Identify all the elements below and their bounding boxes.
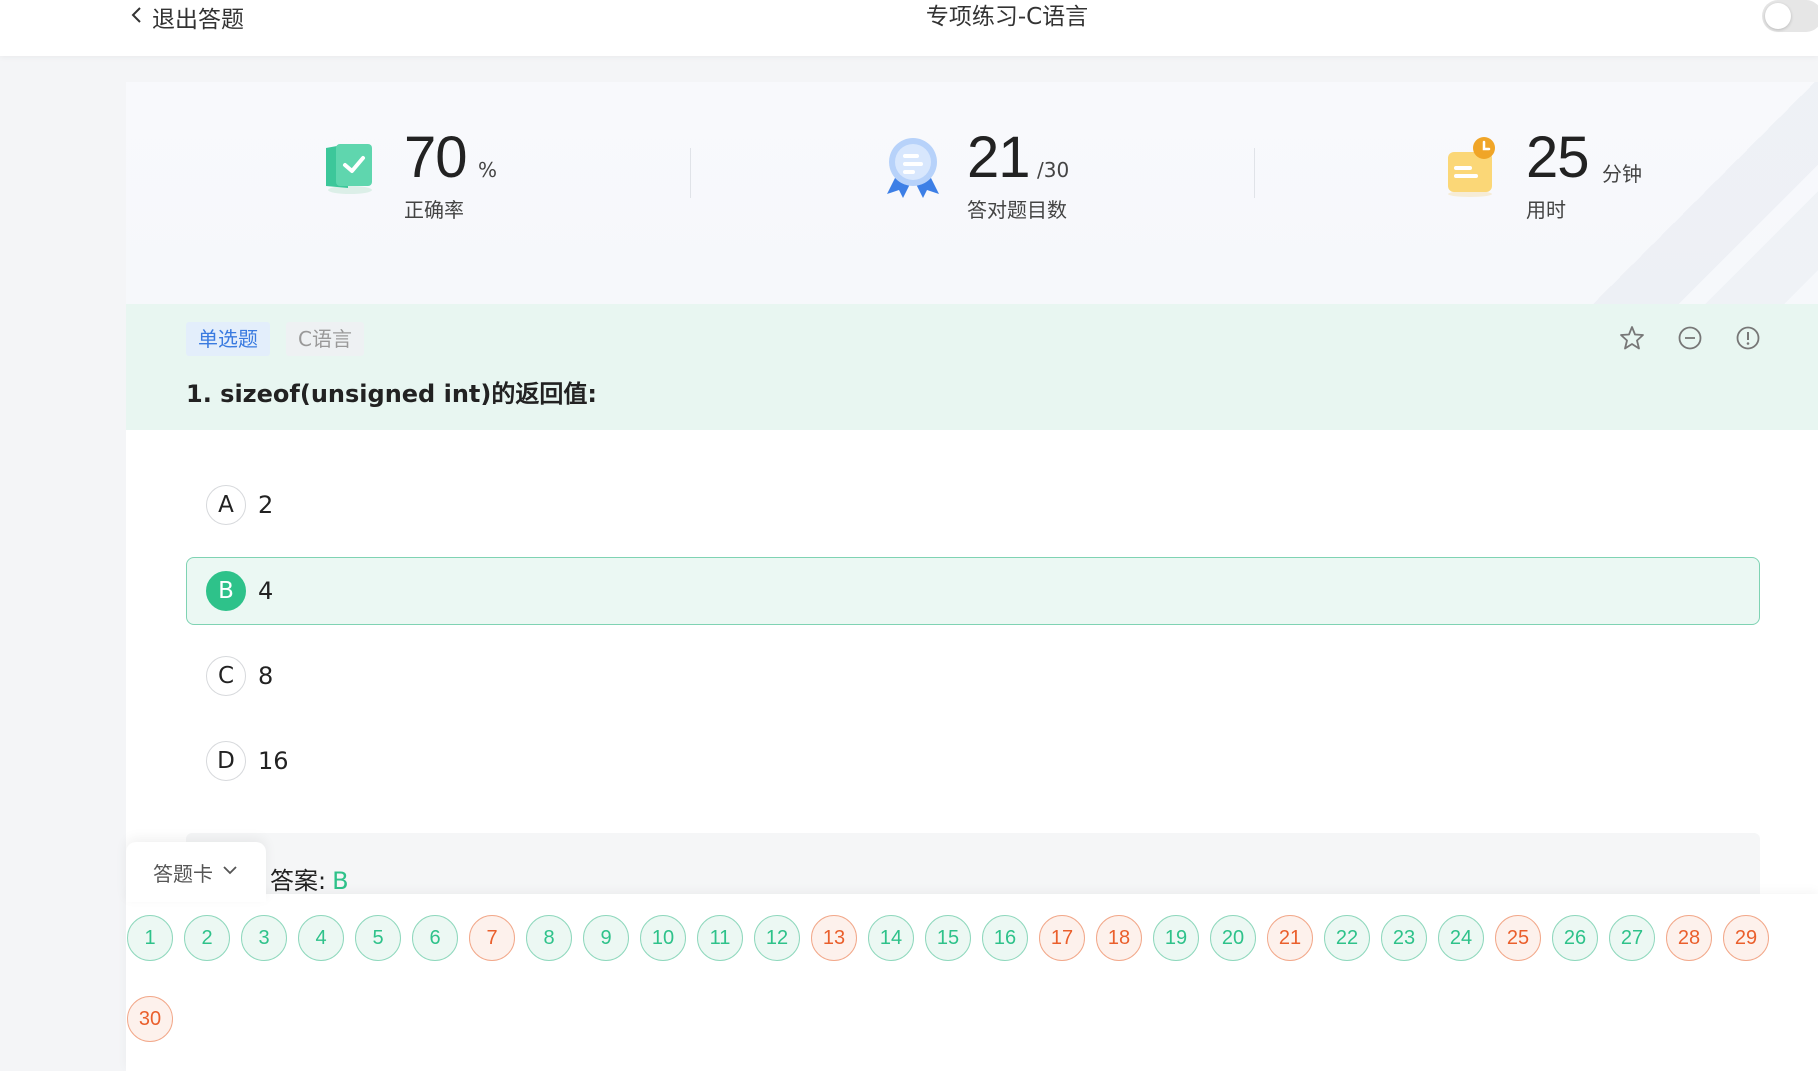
option-letter: A xyxy=(206,485,246,525)
question-number-button[interactable]: 18 xyxy=(1096,915,1142,961)
option-b[interactable]: B4 xyxy=(186,557,1760,625)
option-a[interactable]: A2 xyxy=(186,471,1760,539)
question-number-button[interactable]: 6 xyxy=(412,915,458,961)
clock-note-icon xyxy=(1440,134,1504,198)
time-value: 25 xyxy=(1526,125,1590,190)
option-d[interactable]: D 16 xyxy=(186,727,1760,795)
question-number-button[interactable]: 13 xyxy=(811,915,857,961)
star-icon[interactable] xyxy=(1618,324,1646,352)
question-number-button[interactable]: 11 xyxy=(697,915,743,961)
option-text: 16 xyxy=(258,747,289,775)
subject-tag: C语言 xyxy=(286,322,364,356)
option-text: 4 xyxy=(258,577,274,605)
time-label: 用时 xyxy=(1526,198,1566,222)
question-number-button[interactable]: 8 xyxy=(526,915,572,961)
question-number-button[interactable]: 5 xyxy=(355,915,401,961)
answer-card-toggle[interactable]: 答题卡 xyxy=(126,842,266,902)
exclamation-circle-icon[interactable] xyxy=(1734,324,1762,352)
option-c[interactable]: C8 xyxy=(186,642,1760,710)
option-text: 2 xyxy=(258,491,274,519)
stat-correct-count: 21 /30 答对题目数 xyxy=(881,120,1181,230)
answer-value: B xyxy=(332,867,349,895)
option-letter: C xyxy=(206,656,246,696)
question-number-button[interactable]: 26 xyxy=(1552,915,1598,961)
top-bar: 退出答题 专项练习-C语言 xyxy=(0,0,1818,56)
question-number-button[interactable]: 22 xyxy=(1324,915,1370,961)
correct-count-value: 21 xyxy=(967,125,1031,190)
check-book-icon xyxy=(318,134,382,198)
question-number-button[interactable]: 21 xyxy=(1267,915,1313,961)
stat-divider xyxy=(690,148,691,198)
question-number-button[interactable]: 12 xyxy=(754,915,800,961)
minus-circle-icon[interactable] xyxy=(1676,324,1704,352)
option-text: 8 xyxy=(258,662,274,690)
question-number-button[interactable]: 1 xyxy=(127,915,173,961)
answer-label: 答案: xyxy=(270,867,327,895)
option-letter: B xyxy=(206,571,246,611)
stats-band: 70 % 正确率 21 /30 答对题目数 25 分钟 用时 xyxy=(126,82,1818,304)
stat-divider xyxy=(1254,148,1255,198)
question-number-button[interactable]: 3 xyxy=(241,915,287,961)
stat-accuracy: 70 % 正确率 xyxy=(318,120,618,230)
stat-time: 25 分钟 用时 xyxy=(1440,120,1740,230)
answer-line: 答案: B xyxy=(270,861,349,896)
award-badge-icon xyxy=(881,134,945,198)
question-actions xyxy=(1618,324,1762,352)
question-number-button[interactable]: 19 xyxy=(1153,915,1199,961)
answer-card-label: 答题卡 xyxy=(153,861,213,886)
question-number-button[interactable]: 23 xyxy=(1381,915,1427,961)
question-number-button[interactable]: 4 xyxy=(298,915,344,961)
question-number-button[interactable]: 2 xyxy=(184,915,230,961)
question-number-button[interactable]: 25 xyxy=(1495,915,1541,961)
mode-toggle[interactable] xyxy=(1762,0,1818,32)
question-number-button[interactable]: 14 xyxy=(868,915,914,961)
correct-count-label: 答对题目数 xyxy=(967,198,1067,222)
accuracy-unit: % xyxy=(478,158,498,182)
question-number-button[interactable]: 10 xyxy=(640,915,686,961)
question-number-button[interactable]: 7 xyxy=(469,915,515,961)
question-number-button[interactable]: 9 xyxy=(583,915,629,961)
question-number-button[interactable]: 20 xyxy=(1210,915,1256,961)
question-number-button[interactable]: 27 xyxy=(1609,915,1655,961)
correct-count-unit: /30 xyxy=(1037,158,1070,182)
question-header: 单选题 C语言 1. sizeof(unsigned int)的返回值: xyxy=(126,304,1818,430)
option-letter: D xyxy=(206,741,246,781)
chevron-down-icon xyxy=(221,860,239,884)
accuracy-label: 正确率 xyxy=(404,198,464,222)
accuracy-value: 70 xyxy=(404,125,468,190)
question-number-button[interactable]: 15 xyxy=(925,915,971,961)
question-type-tag: 单选题 xyxy=(186,322,270,356)
question-number-button[interactable]: 16 xyxy=(982,915,1028,961)
question-number-button[interactable]: 17 xyxy=(1039,915,1085,961)
page-title: 专项练习-C语言 xyxy=(925,4,1089,30)
question-number-button[interactable]: 28 xyxy=(1666,915,1712,961)
question-number-button[interactable]: 24 xyxy=(1438,915,1484,961)
question-number-button[interactable]: 30 xyxy=(127,996,173,1042)
question-number-button[interactable]: 29 xyxy=(1723,915,1769,961)
time-unit: 分钟 xyxy=(1602,162,1642,186)
question-text: 1. sizeof(unsigned int)的返回值: xyxy=(186,380,597,408)
